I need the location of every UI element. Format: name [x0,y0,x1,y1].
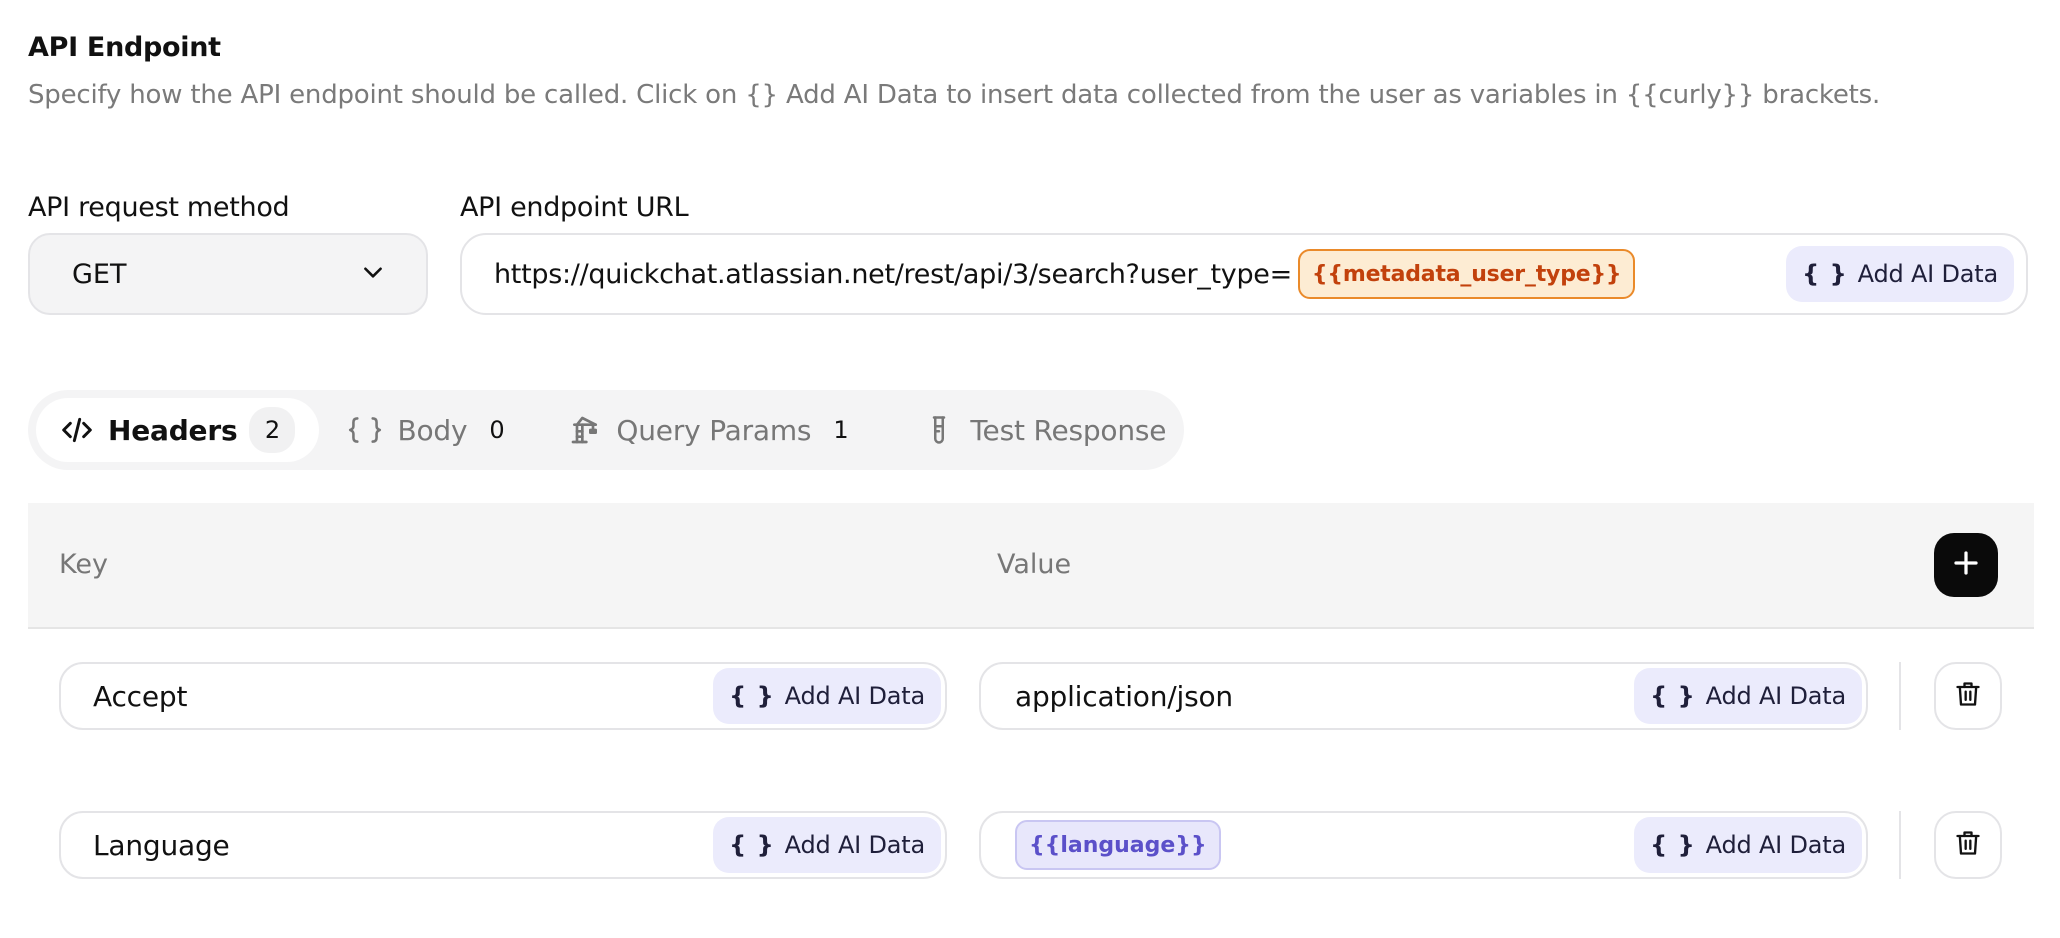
header-value-input[interactable]: application/json { } Add AI Data [979,662,1868,730]
header-key-input[interactable]: Language { } Add AI Data [59,811,947,879]
key-column-header: Key [59,549,108,580]
row-divider [1899,811,1901,879]
tab-query-params-count: 1 [833,416,849,444]
headers-table-header: Key Value [28,503,2034,629]
add-ai-data-label: Add AI Data [1705,682,1847,710]
add-ai-data-button[interactable]: { } Add AI Data [1634,668,1862,724]
method-value: GET [72,258,127,290]
delete-row-button[interactable] [1934,662,2002,730]
chevron-down-icon [360,259,386,289]
endpoint-url-text: https://quickchat.atlassian.net/rest/api… [494,258,1292,290]
code-icon [60,413,94,447]
tab-test-response-label: Test Response [970,413,1167,447]
tab-query-params[interactable]: Query Params 1 [546,398,870,462]
crane-icon [568,413,602,447]
tab-headers[interactable]: Headers 2 [36,398,320,462]
header-key-input[interactable]: Accept { } Add AI Data [59,662,947,730]
braces-icon: { } [729,831,775,859]
variable-chip-metadata-user-type[interactable]: {{metadata_user_type}} [1297,249,1636,299]
add-ai-data-button[interactable]: { } Add AI Data [1786,246,2014,302]
endpoint-url-label: API endpoint URL [460,192,689,223]
method-label: API request method [28,192,290,223]
tab-headers-count: 2 [249,407,296,453]
add-ai-data-button[interactable]: { } Add AI Data [1634,817,1862,873]
delete-row-button[interactable] [1934,811,2002,879]
row-divider [1899,662,1901,730]
braces-icon: { } [729,682,775,710]
trash-icon [1954,679,1982,713]
method-select[interactable]: GET [28,233,428,315]
trash-icon [1954,828,1982,862]
header-value-input[interactable]: {{language}} { } Add AI Data [979,811,1868,879]
braces-icon: { } [1650,831,1696,859]
add-ai-data-label: Add AI Data [784,682,926,710]
test-tube-icon [922,413,956,447]
add-ai-data-label: Add AI Data [1705,831,1847,859]
add-ai-data-button[interactable]: { } Add AI Data [713,817,941,873]
header-key-text: Accept [93,679,188,713]
table-row: Accept { } Add AI Data application/json … [0,662,2060,732]
header-key-text: Language [93,828,230,862]
tab-query-params-label: Query Params [616,413,812,447]
table-row: Language { } Add AI Data {{language}} { … [0,811,2060,881]
variable-chip-language[interactable]: {{language}} [1015,820,1221,870]
tab-test-response[interactable]: Test Response [900,398,1188,462]
tab-headers-label: Headers [108,413,238,447]
tab-body-count: 0 [489,416,505,444]
tab-body[interactable]: Body 0 [325,398,526,462]
tab-body-label: Body [397,413,468,447]
add-ai-data-label: Add AI Data [784,831,926,859]
add-header-button[interactable] [1934,533,1998,597]
section-title: API Endpoint [28,32,221,63]
header-value-text: application/json [1015,679,1233,713]
add-ai-data-button[interactable]: { } Add AI Data [713,668,941,724]
value-column-header: Value [997,549,1072,580]
braces-icon: { } [1650,682,1696,710]
section-description: Specify how the API endpoint should be c… [28,80,1881,110]
add-ai-data-label: Add AI Data [1857,260,1999,288]
plus-icon [1951,548,1981,582]
endpoint-url-input[interactable]: https://quickchat.atlassian.net/rest/api… [460,233,2028,315]
tab-bar: Headers 2 Body 0 Query Params 1 Test Res… [28,390,1184,470]
braces-icon: { } [1802,260,1848,288]
braces-icon [347,413,383,447]
